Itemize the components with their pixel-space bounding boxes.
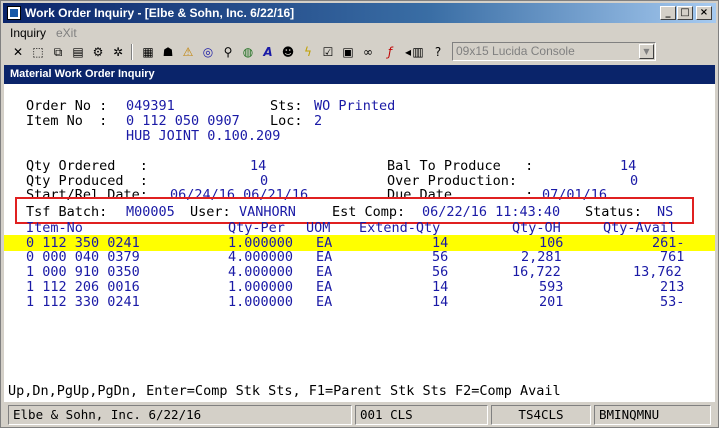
order-no-label: Order No : [26, 98, 108, 114]
status-bar: Elbe & Sohn, Inc. 6/22/16 001 CLS TS4CLS… [4, 404, 715, 426]
cell-extend-qty: 56 [432, 249, 449, 265]
cell-item: 1 112 330 0241 [26, 294, 140, 310]
copy-icon[interactable]: ⧉ [49, 43, 67, 61]
cell-qty-oh: 16,722 [512, 264, 561, 280]
lightning-icon[interactable]: ϟ [299, 43, 317, 61]
menu-inquiry[interactable]: Inquiry [10, 26, 46, 40]
cell-qty-avail: 13,762 [633, 264, 682, 280]
cell-item: 1 000 910 0350 [26, 264, 140, 280]
cell-qty-per: 1.000000 [228, 294, 294, 310]
annotation-box [15, 197, 694, 224]
cell-extend-qty: 14 [432, 294, 449, 310]
cell-uom: EA [316, 249, 333, 265]
app-icon [7, 6, 21, 20]
cell-uom: EA [316, 294, 333, 310]
panel-title: Material Work Order Inquiry [10, 68, 155, 80]
cell-uom: EA [316, 279, 333, 295]
status-company: Elbe & Sohn, Inc. 6/22/16 [8, 405, 352, 425]
qty-ordered-label: Qty Ordered : [26, 158, 148, 174]
font-select[interactable]: 09x15 Lucida Console ▼ [452, 42, 656, 61]
gear-icon[interactable]: ✲ [109, 43, 127, 61]
globe-icon[interactable]: ◍ [239, 43, 257, 61]
cell-item: 0 000 040 0379 [26, 249, 140, 265]
item-description: HUB JOINT 0.100.209 [126, 128, 281, 144]
select-icon[interactable]: ⬚ [29, 43, 47, 61]
user-icon[interactable]: ☻ [279, 43, 297, 61]
maximize-button[interactable]: □ [677, 6, 693, 20]
cell-qty-avail: 213 [660, 279, 685, 295]
panel-header: Material Work Order Inquiry [4, 65, 715, 84]
cell-item: 1 112 206 0016 [26, 279, 140, 295]
menu-bar: Inquiry eXit [3, 24, 716, 41]
bal-value: 14 [620, 158, 637, 174]
cell-qty-oh: 201 [539, 294, 564, 310]
calculator-icon[interactable]: ▣ [339, 43, 357, 61]
close-button[interactable]: × [696, 6, 712, 20]
font-select-value: 09x15 Lucida Console [456, 44, 575, 58]
sts-value: WO Printed [314, 98, 396, 114]
cell-uom: EA [316, 264, 333, 280]
alert-icon[interactable]: ⚠ [179, 43, 197, 61]
cancel-icon[interactable]: ✕ [9, 43, 27, 61]
bal-label: Bal To Produce : [387, 158, 534, 174]
paste-icon[interactable]: ▤ [69, 43, 87, 61]
title-bar: Work Order Inquiry - [Elbe & Sohn, Inc. … [3, 3, 716, 23]
col-header-qty-oh: Qty-OH [512, 220, 561, 236]
sts-label: Sts: [270, 98, 303, 114]
link-icon[interactable]: ∞ [359, 43, 377, 61]
notes-icon[interactable]: ▦ [139, 43, 157, 61]
help-icon[interactable]: ? [429, 43, 447, 61]
function-icon[interactable]: ƒ [381, 43, 399, 61]
status-program: BMINQMNU [594, 405, 711, 425]
window-title: Work Order Inquiry - [Elbe & Sohn, Inc. … [25, 6, 295, 20]
item-no-label: Item No : [26, 113, 108, 129]
cell-qty-avail: 761 [660, 249, 685, 265]
menu-exit[interactable]: eXit [56, 26, 77, 40]
search-icon[interactable]: ⚲ [219, 43, 237, 61]
cell-qty-per: 4.000000 [228, 264, 294, 280]
qty-ordered-value: 14 [250, 158, 267, 174]
col-header-item: Item-No [26, 220, 83, 236]
col-header-uom: UOM [306, 220, 331, 236]
contacts-icon[interactable]: ☗ [159, 43, 177, 61]
over-value: 0 [630, 173, 639, 189]
terminal-screen: Order No : 049391 Sts: WO Printed Item N… [4, 84, 715, 402]
cell-qty-oh: 593 [539, 279, 564, 295]
settings-icon[interactable]: ⚙ [89, 43, 107, 61]
minimize-button[interactable]: _ [660, 6, 676, 20]
binoculars-icon[interactable]: ◎ [199, 43, 217, 61]
status-user: 001 CLS [355, 405, 488, 425]
order-no-value: 049391 [126, 98, 175, 114]
check-list-icon[interactable]: ☑ [319, 43, 337, 61]
cell-qty-per: 1.000000 [228, 279, 294, 295]
col-header-qty-avail: Qty-Avail [603, 220, 677, 236]
cell-qty-oh: 2,281 [521, 249, 562, 265]
font-icon[interactable]: A [259, 43, 277, 61]
item-no-value: 0 112 050 0907 [126, 113, 240, 129]
toolbar-separator [131, 44, 133, 60]
cell-qty-per: 4.000000 [228, 249, 294, 265]
document-icon[interactable]: ▥ [409, 43, 427, 61]
help-line: Up,Dn,PgUp,PgDn, Enter=Comp Stk Sts, F1=… [8, 383, 561, 399]
app-window: Work Order Inquiry - [Elbe & Sohn, Inc. … [0, 0, 719, 428]
loc-value: 2 [314, 113, 323, 129]
chevron-down-icon[interactable]: ▼ [639, 44, 654, 59]
col-header-extend-qty: Extend-Qty [359, 220, 441, 236]
col-header-qty-per: Qty-Per [228, 220, 285, 236]
cell-qty-avail: 53- [660, 294, 685, 310]
status-terminal: TS4CLS [491, 405, 591, 425]
loc-label: Loc: [270, 113, 303, 129]
cell-extend-qty: 56 [432, 264, 449, 280]
cell-extend-qty: 14 [432, 279, 449, 295]
